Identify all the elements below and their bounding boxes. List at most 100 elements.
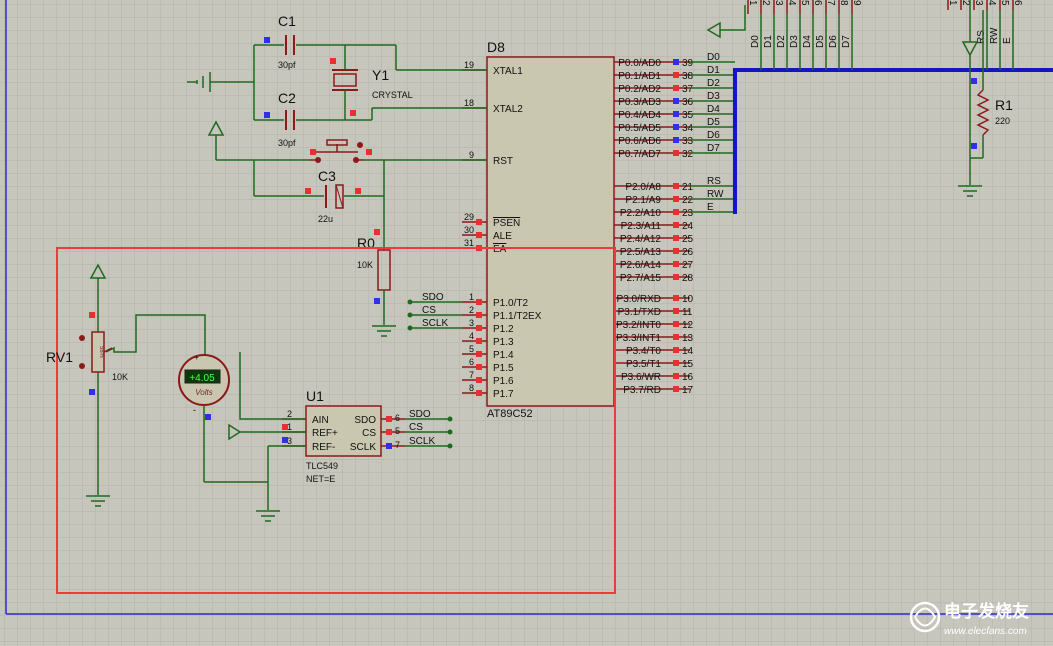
adc-pin-name: AIN (312, 415, 329, 426)
mcu-ref: D8 (487, 39, 505, 55)
mcu-pin-number: 3 (469, 318, 474, 328)
mcu-pin-number: 12 (682, 320, 694, 331)
adc-pin-number: 7 (395, 440, 400, 450)
pin-marker (673, 98, 679, 104)
mcu-pin-number: 10 (682, 294, 694, 305)
net-label: D5 (707, 117, 720, 128)
mcu-pin-number: 5 (469, 344, 474, 354)
voltmeter-reading: +4.05 (189, 373, 215, 384)
pin-marker (476, 390, 482, 396)
pin-marker (386, 416, 392, 422)
header-pin-number: 4 (986, 0, 997, 6)
r0-value: 10K (357, 260, 373, 270)
pin-marker (673, 373, 679, 379)
mcu-pin-name: P0.5/AD5 (618, 123, 661, 134)
mcu-pin-number: 34 (682, 123, 694, 134)
pin-marker (673, 222, 679, 228)
mcu-pin-name: P2.3/A11 (621, 221, 662, 232)
pin-marker (673, 248, 679, 254)
adc-pin-name: SDO (354, 415, 376, 426)
pin-marker (386, 429, 392, 435)
pin-marker (673, 183, 679, 189)
pin-marker (673, 308, 679, 314)
pin-marker (673, 334, 679, 340)
mcu-pin-name: P3.4/T0 (626, 346, 661, 357)
adc-part: TLC549 (306, 461, 338, 471)
mcu-pin-name: P3.5/T1 (626, 359, 661, 370)
mcu-pin-name: P1.7 (493, 389, 514, 400)
mcu-pin-name: P2.5/A13 (620, 247, 662, 258)
pin-marker (476, 325, 482, 331)
voltmeter-unit: Volts (195, 388, 213, 397)
mcu-pin-name: P3.3/INT1 (616, 333, 661, 344)
mcu-pin-number: 27 (682, 260, 694, 271)
adc-pin-number: 6 (395, 413, 400, 423)
pin-marker (476, 351, 482, 357)
header-pin-number: 4 (786, 0, 797, 6)
mcu-pin-name: XTAL1 (493, 66, 523, 77)
header-pin-number: 3 (973, 0, 984, 6)
rv1-ref: RV1 (46, 349, 73, 365)
r1-value: 220 (995, 116, 1010, 126)
mcu-pin-name: P0.6/AD6 (618, 136, 661, 147)
header-net-label: E (1002, 37, 1013, 44)
watermark-brand: 电子发烧友 (944, 601, 1029, 621)
net-label: D6 (707, 130, 720, 141)
mcu-pin-number: 29 (464, 212, 474, 222)
pin-marker (673, 235, 679, 241)
net-junction (447, 443, 453, 449)
mcu-pin-name: P0.2/AD2 (618, 84, 661, 95)
mcu-pin-name: P2.4/A12 (620, 234, 662, 245)
pin-marker (476, 312, 482, 318)
mcu-pin-name: P3.7/RD (623, 385, 661, 396)
header-net-label: D6 (828, 35, 839, 48)
mcu-pin-number: 22 (682, 195, 694, 206)
mcu-pin-number: 38 (682, 71, 694, 82)
net-junction (407, 325, 413, 331)
header-pin-number: 5 (999, 0, 1010, 6)
mcu-pin-number: 24 (682, 221, 694, 232)
net-label: D2 (707, 78, 720, 89)
mcu-pin-number: 18 (464, 98, 474, 108)
rv1-value: 10K (112, 372, 128, 382)
net-label: D1 (707, 65, 720, 76)
mcu-pin-number: 9 (469, 150, 474, 160)
header-pin-number: 8 (838, 0, 849, 6)
header-net-label: D7 (841, 35, 852, 48)
mcu-pin-name: P1.5 (493, 363, 514, 374)
c3-value: 22u (318, 214, 333, 224)
net-label: E (707, 202, 714, 213)
net-label: SCLK (422, 318, 448, 329)
mcu-pin-number: 13 (682, 333, 694, 344)
mcu-pin-number: 1 (469, 292, 474, 302)
pin-marker (673, 196, 679, 202)
adc-net-label: NET=E (306, 474, 335, 484)
mcu-pin-name: P3.6/WR (621, 372, 661, 383)
y1-ref: Y1 (372, 67, 389, 83)
mcu-pin-name: P1.4 (493, 350, 514, 361)
mcu-part: AT89C52 (487, 408, 533, 420)
mcu-pin-name: P2.0/A8 (625, 182, 661, 193)
header-net-label: D5 (815, 35, 826, 48)
mcu-pin-number: 37 (682, 84, 694, 95)
y1-value: CRYSTAL (372, 90, 413, 100)
mcu-pin-number: 28 (682, 273, 694, 284)
mcu-pin-number: 2 (469, 305, 474, 315)
mcu-pin-number: 25 (682, 234, 694, 245)
adc-ref: U1 (306, 388, 324, 404)
mcu-pin-number: 11 (682, 307, 693, 318)
mcu-pin-number: 31 (464, 238, 474, 248)
c3-ref: C3 (318, 168, 336, 184)
mcu-pin-number: 39 (682, 58, 694, 69)
adc-pin-name: REF- (312, 442, 335, 453)
mcu-pin-number: 14 (682, 346, 694, 357)
header-pin-number: 3 (773, 0, 784, 6)
pin-marker (476, 377, 482, 383)
adc-pin-number: 5 (395, 426, 400, 436)
pin-marker (673, 386, 679, 392)
c2-value: 30pf (278, 138, 296, 148)
header-pin-number: 2 (760, 0, 771, 6)
net-junction (447, 429, 453, 435)
net-label: D7 (707, 143, 720, 154)
pin-marker (673, 137, 679, 143)
